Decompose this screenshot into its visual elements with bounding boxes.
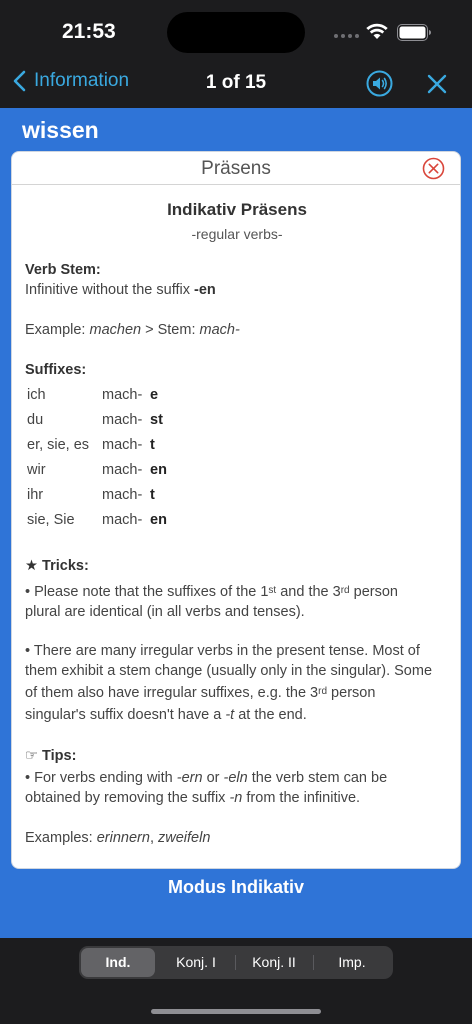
tab-konjunktiv-1[interactable]: Konj. I — [159, 948, 233, 977]
card-title: Präsens — [201, 158, 271, 179]
trick-2-line-2: them exhibit a stem change (usually only… — [25, 663, 433, 679]
trick-2-line-4: singular's suffix doesn't have a -t at t… — [25, 707, 307, 723]
close-icon[interactable] — [426, 73, 448, 95]
trick-2-line-1: • There are many irregular verbs in the … — [25, 643, 420, 659]
segment-divider — [313, 955, 314, 970]
verb-stem-text: Infinitive without the suffix -en — [25, 282, 216, 298]
speaker-icon[interactable] — [366, 70, 393, 97]
bottom-bar: Ind. Konj. I Konj. II Imp. — [0, 938, 472, 1024]
back-button[interactable]: Information — [12, 70, 129, 92]
status-time: 21:53 — [62, 20, 116, 43]
tips-label: ☞ Tips: — [25, 748, 77, 764]
wifi-icon — [366, 23, 388, 39]
suffix-row: ich mach-e — [27, 387, 159, 403]
tip-line-2: obtained by removing the suffix -n from … — [25, 790, 361, 806]
trick-1-line-1: • Please note that the suffixes of the 1… — [25, 584, 398, 600]
suffixes-label: Suffixes: — [25, 362, 87, 378]
dynamic-island — [167, 12, 305, 53]
info-card: Präsens Indikativ Präsens -regular verbs… — [11, 151, 461, 869]
chevron-left-icon — [13, 70, 26, 92]
card-heading: Indikativ Präsens — [167, 200, 307, 219]
verb-stem-label: Verb Stem: — [25, 262, 101, 278]
tab-indikativ[interactable]: Ind. — [81, 948, 155, 977]
battery-icon — [397, 24, 431, 41]
trick-2-line-3: of them also have irregular suffixes, e.… — [25, 685, 376, 701]
suffix-row: du mach-st — [27, 412, 163, 428]
tab-imperativ[interactable]: Imp. — [315, 948, 389, 977]
tricks-label: ★ Tricks: — [25, 558, 89, 574]
verb-title: wissen — [22, 117, 99, 143]
card-subheading: -regular verbs- — [191, 226, 283, 242]
card-header: Präsens — [12, 152, 460, 185]
mood-segmented-control: Ind. Konj. I Konj. II Imp. — [79, 946, 393, 979]
suffix-row: sie, Sie mach-en — [27, 512, 167, 528]
status-bar: 21:53 — [0, 0, 472, 60]
main-area: wissen Präsens Indikativ Präsens -regula… — [0, 108, 472, 938]
examples-text: Examples: erinnern, zweifeln — [25, 830, 211, 846]
navigation-bar: Information 1 of 15 — [0, 60, 472, 108]
tip-line-1: • For verbs ending with -ern or -eln the… — [25, 770, 388, 786]
example-text: Example: machen > Stem: mach- — [25, 322, 240, 338]
suffix-row: ihr mach-t — [27, 487, 155, 503]
segment-divider — [235, 955, 236, 970]
cellular-signal-icon — [334, 34, 359, 38]
tab-konjunktiv-2[interactable]: Konj. II — [237, 948, 311, 977]
close-circle-icon[interactable] — [422, 157, 445, 180]
suffix-row: er, sie, es mach-t — [27, 437, 155, 453]
back-button-label: Information — [34, 70, 130, 91]
trick-1-line-2: plural are identical (in all verbs and t… — [25, 604, 305, 620]
suffix-row: wir mach-en — [27, 462, 167, 478]
modus-label: Modus Indikativ — [167, 877, 304, 897]
home-indicator — [151, 1009, 321, 1014]
